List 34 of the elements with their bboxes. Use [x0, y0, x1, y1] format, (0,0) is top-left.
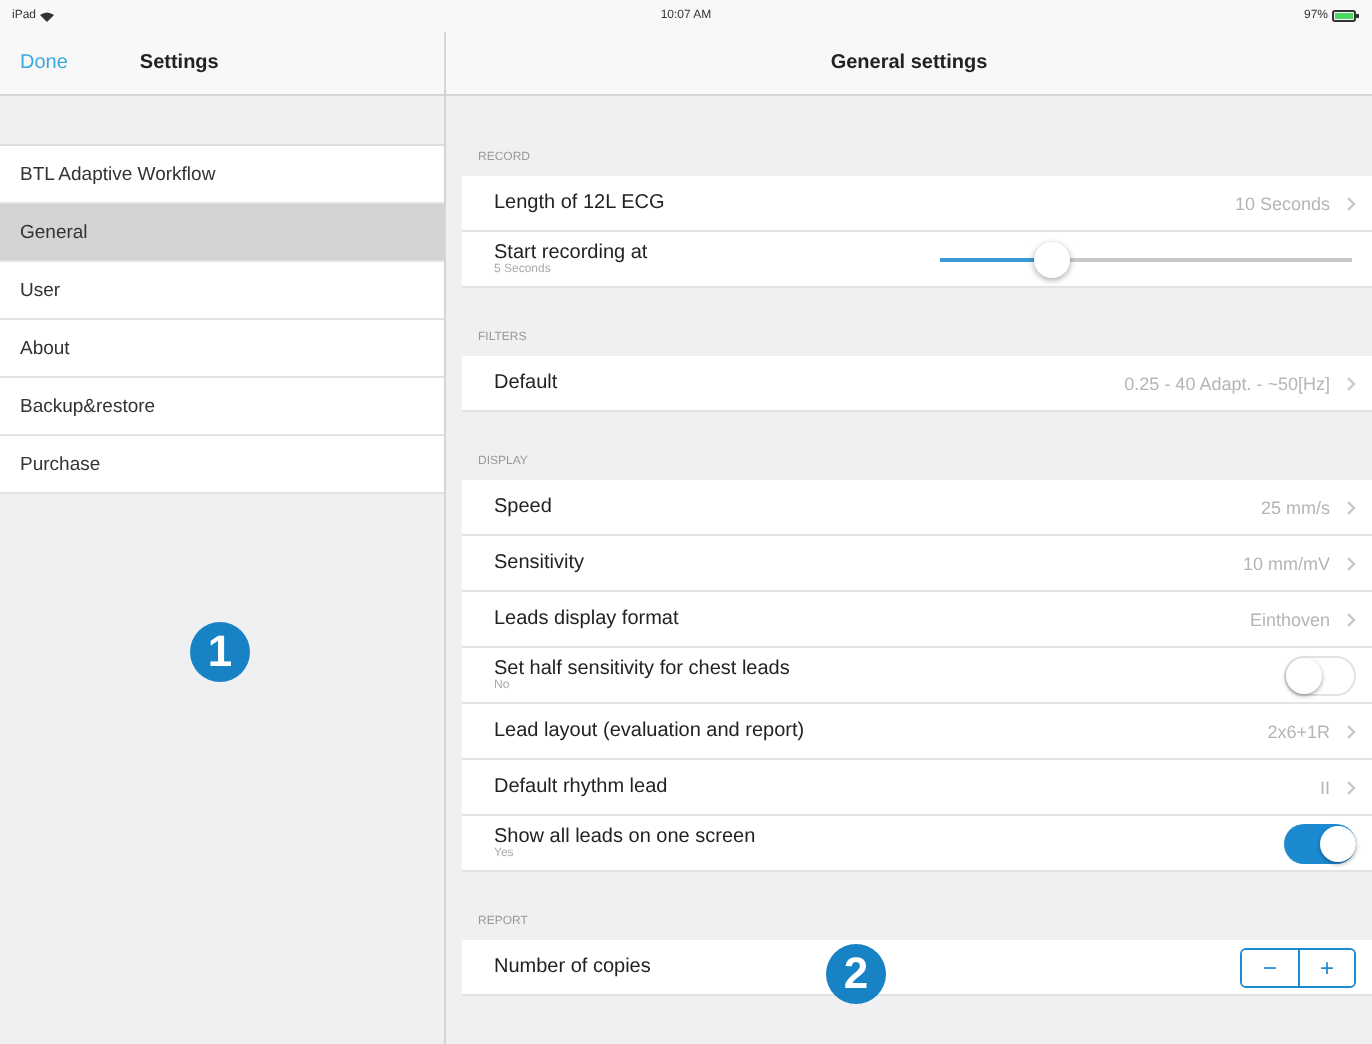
row-label: Leads display format [494, 608, 679, 630]
row-label: Lead layout (evaluation and report) [494, 720, 805, 742]
row-value: 10 Seconds [1234, 193, 1330, 213]
sidebar-item[interactable]: General [0, 204, 444, 262]
row-label: Default rhythm lead [494, 776, 668, 798]
row-value: II [1319, 777, 1330, 797]
toggle-switch[interactable] [1284, 823, 1356, 863]
row-label: Length of 12L ECG [494, 192, 665, 214]
chevron-icon [1346, 779, 1356, 795]
increment-button[interactable]: + [1298, 949, 1354, 985]
chevron-icon [1346, 555, 1356, 571]
row-label: Number of copies [494, 956, 651, 978]
chevron-icon [1346, 195, 1356, 211]
wifi-icon [40, 11, 55, 21]
page-title: General settings [830, 52, 988, 74]
chevron-icon [1346, 375, 1356, 391]
row-label: Sensitivity [494, 552, 585, 574]
row-value: 10 mm/mV [1242, 553, 1330, 573]
battery-icon [1332, 10, 1361, 22]
chevron-icon [1346, 499, 1356, 515]
sidebar-title: Settings [139, 52, 219, 74]
chevron-icon [1346, 723, 1356, 739]
row-label: Show all leads on one screen [494, 826, 756, 848]
row-label: Set half sensitivity for chest leads [494, 658, 790, 680]
slider-thumb[interactable] [1033, 241, 1070, 277]
row-value: 0.25 - 40 Adapt. - ~50[Hz] [1124, 373, 1330, 393]
row-label: Default [494, 372, 558, 394]
row-value: 2x6+1R [1267, 721, 1330, 741]
row-label: Speed [494, 496, 552, 518]
row-value: 25 mm/s [1260, 497, 1330, 517]
row-value: Einthoven [1249, 609, 1330, 629]
toggle-switch[interactable] [1284, 655, 1356, 695]
chevron-icon [1346, 611, 1356, 627]
row-label: Start recording at [494, 242, 648, 264]
